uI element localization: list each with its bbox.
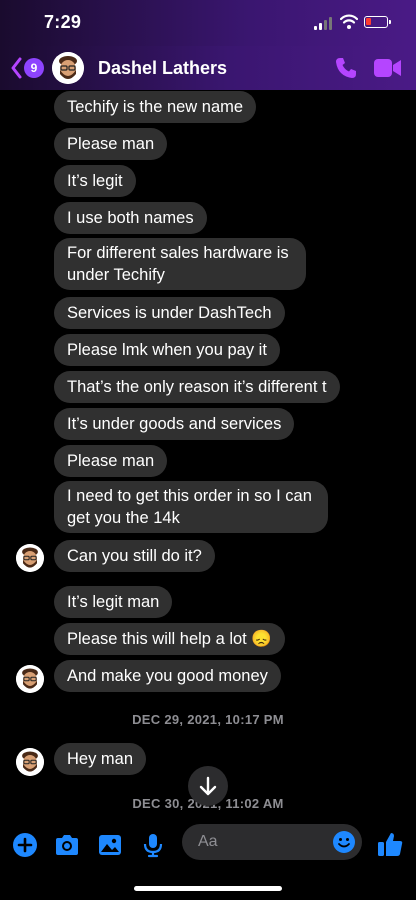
wifi-icon — [340, 14, 358, 29]
message-bubble[interactable]: I use both names — [54, 202, 207, 234]
message-input[interactable]: Aa — [182, 824, 362, 860]
message-bubble[interactable]: It’s legit — [54, 165, 136, 197]
plus-circle-icon[interactable] — [12, 832, 38, 858]
sender-avatar[interactable] — [16, 544, 44, 572]
memoji-icon — [52, 52, 84, 84]
message-bubble[interactable]: Techify is the new name — [54, 91, 257, 123]
microphone-icon[interactable] — [140, 832, 166, 858]
sender-avatar[interactable] — [16, 748, 44, 776]
phone-icon[interactable] — [334, 56, 358, 80]
battery-icon — [364, 16, 391, 28]
message-input-placeholder: Aa — [198, 833, 218, 850]
home-indicator — [134, 886, 282, 891]
message-bubble[interactable]: Services is under DashTech — [54, 297, 285, 329]
contact-avatar[interactable] — [52, 52, 84, 84]
message-bubble[interactable]: It’s legit man — [54, 586, 173, 618]
memoji-icon — [16, 665, 44, 693]
message-bubble[interactable]: I need to get this order in so I can get… — [54, 481, 328, 533]
message-bubble[interactable]: Please man — [54, 445, 168, 477]
message-bubble[interactable]: Please this will help a lot 😞 — [54, 623, 285, 655]
scroll-to-bottom-button[interactable] — [188, 766, 228, 806]
video-camera-icon[interactable] — [374, 58, 402, 78]
message-bubble[interactable]: Hey man — [54, 743, 147, 775]
back-button[interactable]: 9 — [10, 56, 48, 80]
message-bubble[interactable]: That’s the only reason it’s different t — [54, 371, 340, 403]
memoji-icon — [16, 544, 44, 572]
conversation-header: 9 Dashel Lathers — [0, 46, 416, 90]
status-bar: 7:29 — [0, 0, 416, 46]
status-time: 7:29 — [44, 12, 82, 32]
memoji-icon — [16, 748, 44, 776]
thumbs-up-icon[interactable] — [376, 830, 404, 858]
unread-count-badge: 9 — [24, 58, 44, 78]
message-bubble[interactable]: For different sales hardware is under Te… — [54, 238, 306, 290]
camera-icon[interactable] — [54, 832, 80, 858]
message-bubble[interactable]: It’s under goods and services — [54, 408, 295, 440]
image-icon[interactable] — [97, 832, 123, 858]
arrow-down-icon — [199, 776, 217, 796]
cellular-signal-icon — [314, 16, 334, 30]
message-bubble[interactable]: Can you still do it? — [54, 540, 215, 572]
message-bubble[interactable]: Please lmk when you pay it — [54, 334, 280, 366]
smiley-icon[interactable] — [332, 830, 356, 854]
conversation-timestamp: DEC 29, 2021, 10:17 PM — [132, 712, 284, 727]
message-bubble[interactable]: And make you good money — [54, 660, 281, 692]
message-bubble[interactable]: Please man — [54, 128, 168, 160]
chevron-left-icon — [11, 57, 22, 79]
contact-name[interactable]: Dashel Lathers — [98, 58, 227, 79]
sender-avatar[interactable] — [16, 665, 44, 693]
